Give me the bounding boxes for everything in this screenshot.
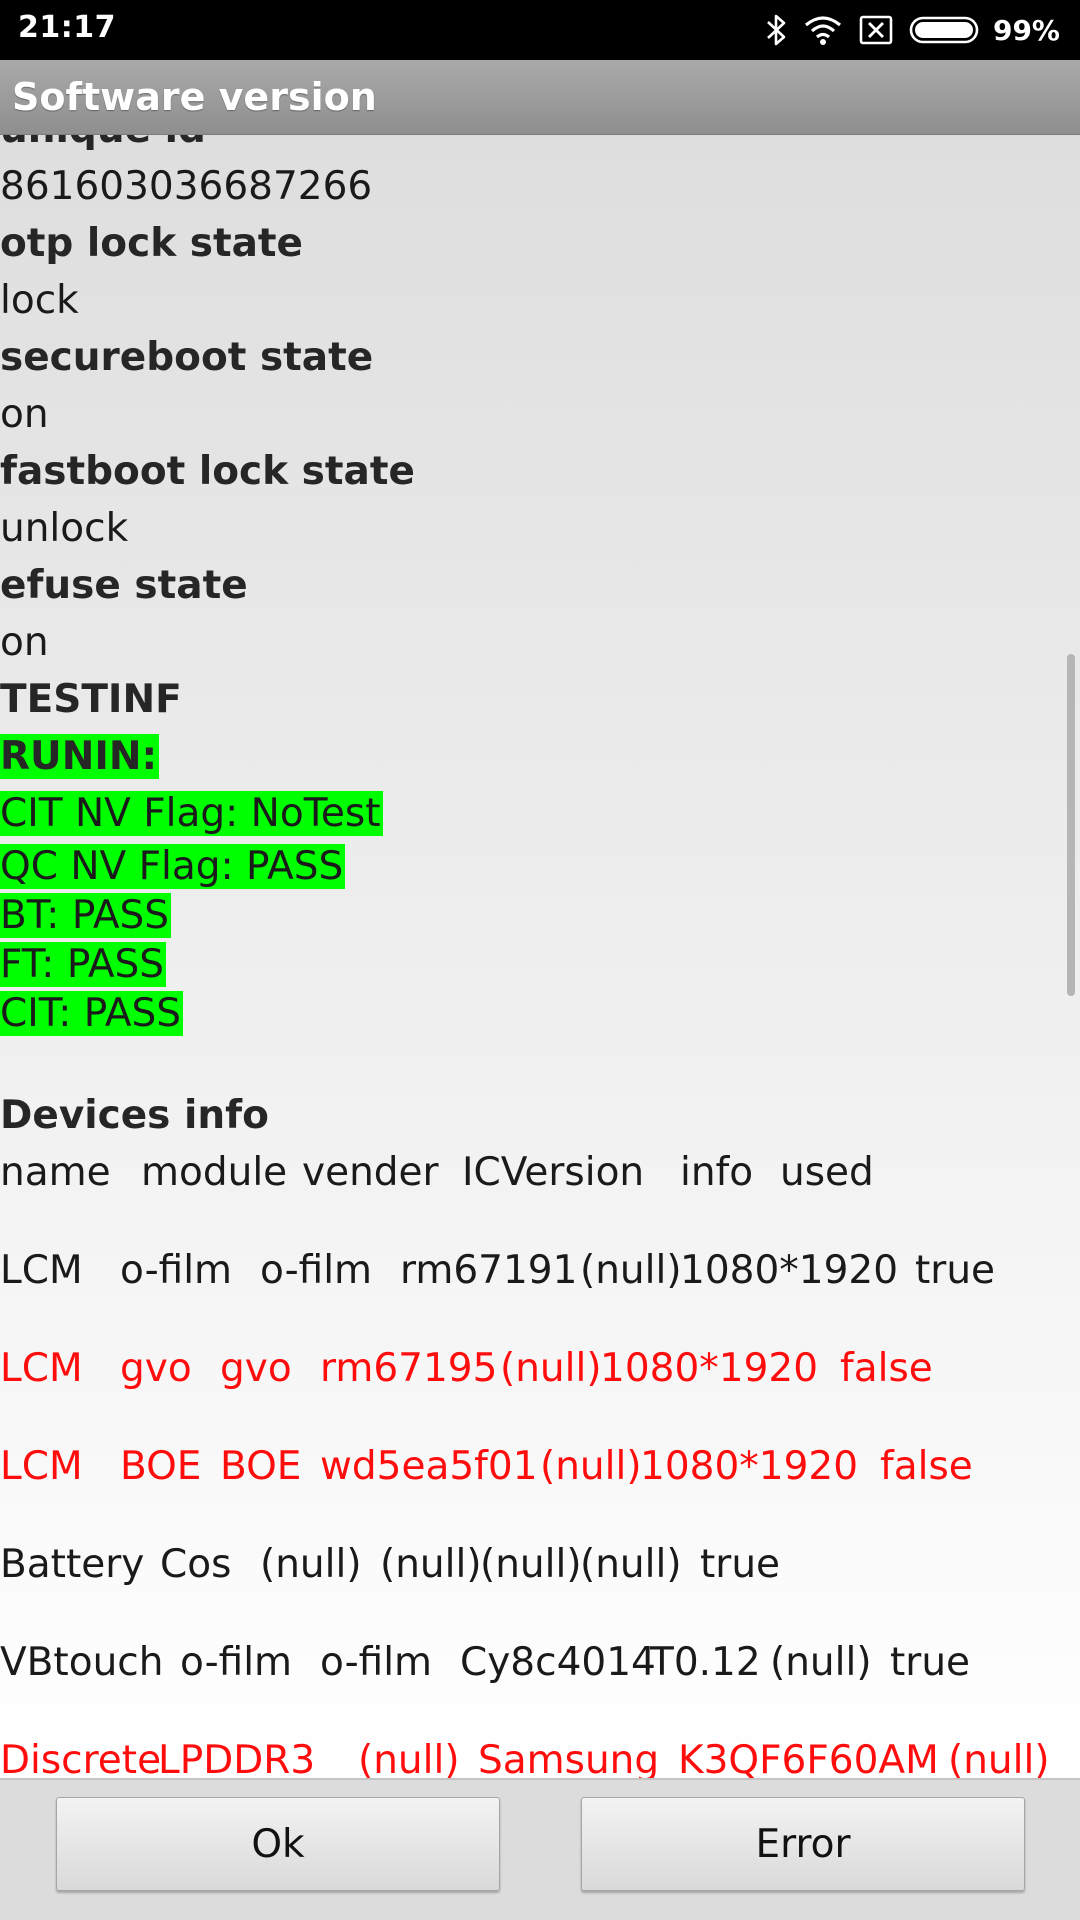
battery-icon [909, 15, 981, 45]
runin-line: FT: PASS [0, 942, 167, 987]
status-time: 21:17 [18, 10, 116, 45]
runin-line: CIT NV Flag: NoTest [0, 791, 383, 836]
unique-id-value: 861603036687266 [0, 164, 373, 209]
runin-line: BT: PASS [0, 893, 172, 938]
header-cell: ICVersion [462, 1150, 645, 1195]
bluetooth-icon [765, 13, 787, 47]
runin-line: QC NV Flag: PASS [0, 844, 346, 889]
otp-lock-value: lock [0, 278, 79, 323]
title-bar: Software version [0, 60, 1080, 135]
header-cell: info [680, 1150, 754, 1195]
secureboot-value: on [0, 392, 49, 437]
header-cell: name [0, 1150, 111, 1195]
fastboot-lock-label: fastboot lock state [0, 449, 415, 494]
error-button[interactable]: Error [581, 1797, 1025, 1891]
devices-header-row: name module vender ICVersion info used [0, 1144, 1080, 1242]
wifi-icon [803, 14, 843, 46]
unique-id-label: unique id [0, 134, 1080, 158]
efuse-value: on [0, 620, 49, 665]
scrollbar[interactable] [1067, 654, 1075, 996]
ok-button[interactable]: Ok [56, 1797, 500, 1891]
device-row: LCM gvo gvo rm67195(null)1080*1920 false [0, 1346, 933, 1391]
otp-lock-label: otp lock state [0, 221, 303, 266]
info-list: unique id 861603036687266 otp lock state… [0, 134, 1080, 1778]
device-row: VBtouch o-film o-film Cy8c4014T0.12 (null) tr… [0, 1640, 971, 1685]
runin-line: CIT: PASS [0, 991, 184, 1036]
testinf-label: TESTINF [0, 677, 182, 722]
fastboot-lock-value: unlock [0, 506, 129, 551]
header-cell: module [141, 1150, 288, 1195]
status-bar: 21:17 99% [0, 0, 1080, 60]
runin-label: RUNIN: [0, 734, 160, 779]
screen: 21:17 99% Software version 8616030366872… [0, 0, 1080, 1920]
header-cell: used [780, 1150, 874, 1195]
status-icons: 99% [749, 12, 1060, 48]
battery-percent: 99% [992, 13, 1060, 47]
devices-info-title: Devices info [0, 1093, 269, 1138]
page-title: Software version [12, 75, 377, 119]
secureboot-label: secureboot state [0, 335, 374, 380]
button-bar: Ok Error [0, 1778, 1080, 1920]
info-scroll-view[interactable]: unique id 861603036687266 otp lock state… [0, 134, 1080, 1778]
device-row: LCM BOE BOE wd5ea5f01(null)1080*1920 false [0, 1444, 973, 1489]
device-row: DiscreteLPDDR3 (null) Samsung K3QF6F60AM (nu… [0, 1738, 1050, 1778]
device-row: Battery Cos (null) (null)(null)(null) true [0, 1542, 781, 1587]
efuse-label: efuse state [0, 563, 248, 608]
runin-block: RUNIN: CIT NV Flag: NoTest QC NV Flag: P… [0, 728, 1080, 1038]
device-row: LCM o-film o-film rm67191(null)1080*1920 tru… [0, 1248, 996, 1293]
header-cell: vender [302, 1150, 439, 1195]
no-sim-icon [859, 15, 893, 45]
